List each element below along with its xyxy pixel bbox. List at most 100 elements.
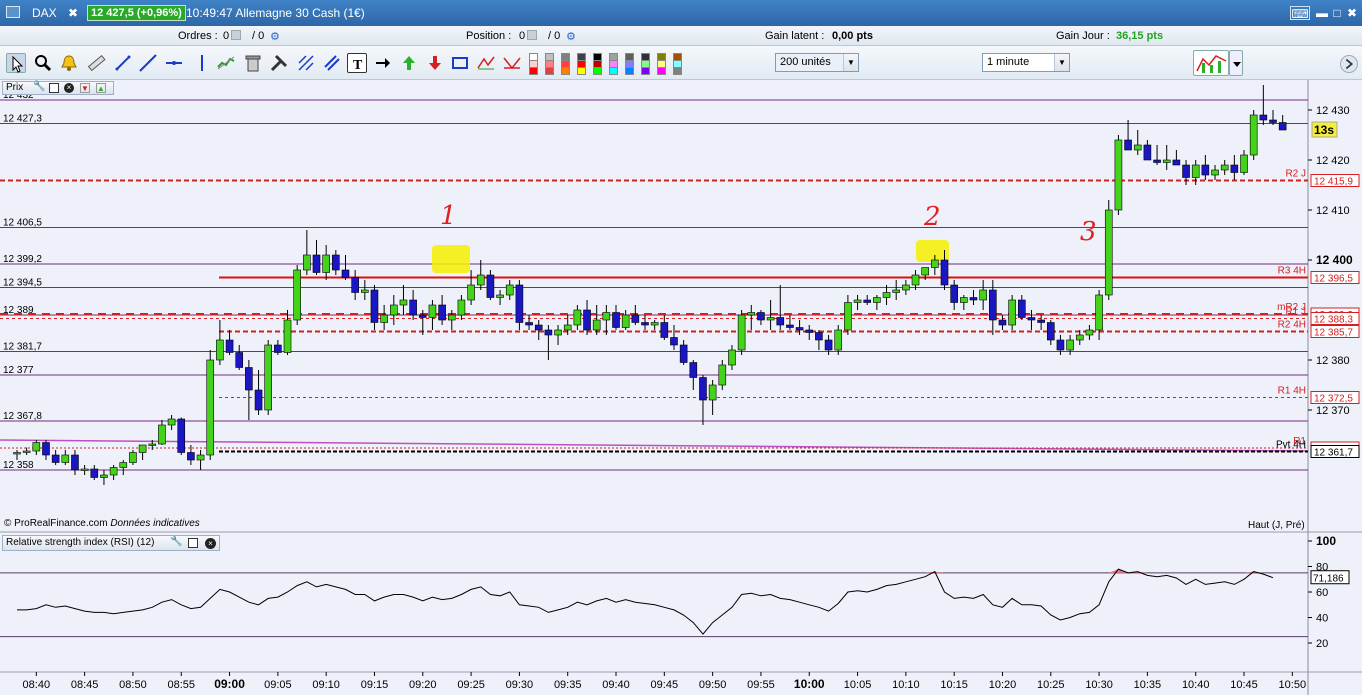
window-icon[interactable] [49, 83, 59, 93]
candle [505, 284, 514, 296]
chevron-down-icon[interactable]: ▼ [1054, 54, 1069, 71]
orders-label: Ordres : [178, 30, 218, 42]
candle [728, 349, 736, 366]
ruler-icon[interactable] [86, 53, 106, 73]
level-label: 12 377 [3, 365, 34, 376]
gain-jour-value: 36,15 pts [1116, 30, 1164, 42]
color-swatch[interactable] [673, 67, 682, 75]
candle [902, 284, 910, 291]
triangle-icon[interactable] [476, 53, 496, 73]
vertical-line-icon[interactable] [192, 53, 212, 73]
close-window-icon[interactable]: ✖ [1343, 6, 1361, 20]
keyboard-icon[interactable]: ⌨ [1290, 6, 1310, 21]
color-swatch[interactable] [593, 67, 602, 75]
countdown-label: 13s [1314, 123, 1334, 137]
candle [863, 299, 872, 303]
color-swatch[interactable] [641, 67, 650, 75]
candle [496, 294, 504, 298]
fibonacci-icon[interactable] [296, 53, 316, 73]
candle [573, 309, 582, 326]
candle [254, 389, 263, 411]
close-panel-icon[interactable]: × [64, 83, 74, 93]
color-swatch[interactable] [609, 67, 618, 75]
time-tick-label: 09:15 [361, 679, 389, 691]
pivot-value: 12 385,7 [1314, 328, 1353, 339]
candle [1220, 164, 1229, 171]
close-position-icon[interactable] [527, 30, 537, 40]
window-icon[interactable] [188, 538, 198, 548]
period-select[interactable]: 1 minute ▼ [982, 53, 1070, 72]
close-tab-icon[interactable]: ✖ [68, 6, 78, 20]
annotation-1: 1 [440, 201, 457, 231]
close-panel-icon[interactable]: × [205, 538, 216, 549]
price-chart[interactable]: 12 43212 427,312 406,512 399,212 394,512… [0, 80, 1362, 695]
wrench-icon[interactable]: 🔧 [170, 536, 182, 547]
candle [1008, 299, 1016, 326]
window-grid-icon[interactable] [6, 6, 20, 18]
price-tick-label: 12 380 [1316, 355, 1350, 367]
gain-jour-label: Gain Jour : [1056, 30, 1110, 42]
orders-settings-icon[interactable]: ⚙ [270, 30, 280, 43]
candle [1191, 164, 1200, 178]
instrument-name: DAX [32, 6, 57, 20]
color-swatch[interactable] [577, 67, 586, 75]
color-swatch[interactable] [529, 67, 538, 75]
candle [718, 364, 727, 386]
candle [303, 254, 311, 271]
horizontal-line-icon[interactable] [164, 53, 184, 73]
account-status-bar: Ordres : 0 / 0 ⚙ Position : 0 / 0 ⚙ Gain… [0, 26, 1362, 46]
pattern-icon[interactable] [502, 53, 522, 73]
position-settings-icon[interactable]: ⚙ [566, 30, 576, 43]
color-swatch[interactable] [545, 67, 554, 75]
price-tick-label: 12 370 [1316, 405, 1350, 417]
settings-tools-icon[interactable] [269, 53, 289, 73]
time-tick-label: 10:30 [1085, 679, 1113, 691]
chart-type-icon[interactable] [1193, 50, 1229, 76]
line-icon[interactable] [113, 53, 133, 73]
buy-arrow-icon[interactable] [399, 53, 419, 73]
rectangle-icon[interactable] [450, 53, 470, 73]
parallel-icon[interactable] [322, 53, 342, 73]
time-tick-label: 10:20 [989, 679, 1017, 691]
wrench-icon[interactable]: 🔧 [33, 81, 45, 92]
trendline-icon[interactable] [138, 53, 158, 73]
candle [1143, 144, 1152, 161]
candle [187, 452, 195, 461]
cancel-orders-icon[interactable] [231, 30, 241, 40]
candle [1066, 339, 1074, 351]
rsi-panel-header: Relative strength index (RSI) (12) 🔧 × [2, 535, 220, 551]
candle [216, 339, 224, 361]
zoom-icon[interactable] [33, 53, 53, 73]
move-down-icon[interactable]: ▼ [80, 83, 90, 93]
time-tick-label: 10:00 [794, 677, 825, 691]
candle [90, 468, 99, 478]
cursor-icon[interactable] [6, 53, 26, 73]
candle [129, 452, 137, 463]
color-swatch[interactable] [657, 67, 666, 75]
rsi-panel-label: Relative strength index (RSI) (12) [6, 537, 155, 548]
units-select[interactable]: 200 unités ▼ [775, 53, 859, 72]
chevron-down-icon[interactable]: ▼ [843, 54, 858, 71]
source-credit: © ProRealFinance.com Données indicatives [4, 518, 200, 529]
title-bar: DAX ✖ 12 427,5 (+0,96%) 10:49:47 Allemag… [0, 0, 1362, 26]
channel-icon[interactable] [216, 53, 236, 73]
pivot-value: 12 415,9 [1314, 177, 1353, 188]
sell-arrow-icon[interactable] [425, 53, 445, 73]
color-swatch[interactable] [561, 67, 570, 75]
level-label: 12 427,3 [3, 114, 42, 125]
alarm-icon[interactable] [59, 53, 79, 73]
chart-type-chevron-icon[interactable] [1229, 50, 1243, 76]
pivot-value: 12 361,7 [1314, 448, 1353, 459]
period-select-value: 1 minute [987, 56, 1030, 68]
move-up-icon[interactable]: ▲ [96, 83, 106, 93]
pivot-label: R3 4H [1278, 266, 1306, 277]
arrow-right-icon[interactable] [373, 53, 393, 73]
trash-icon[interactable] [243, 53, 263, 73]
color-swatch[interactable] [625, 67, 634, 75]
scroll-right-icon[interactable] [1340, 55, 1358, 73]
price-tick-label: 12 410 [1316, 205, 1350, 217]
text-tool-icon[interactable]: T [347, 53, 367, 73]
candle [109, 467, 118, 476]
time-tick-label: 09:25 [457, 679, 485, 691]
time-tick-label: 08:40 [23, 679, 51, 691]
